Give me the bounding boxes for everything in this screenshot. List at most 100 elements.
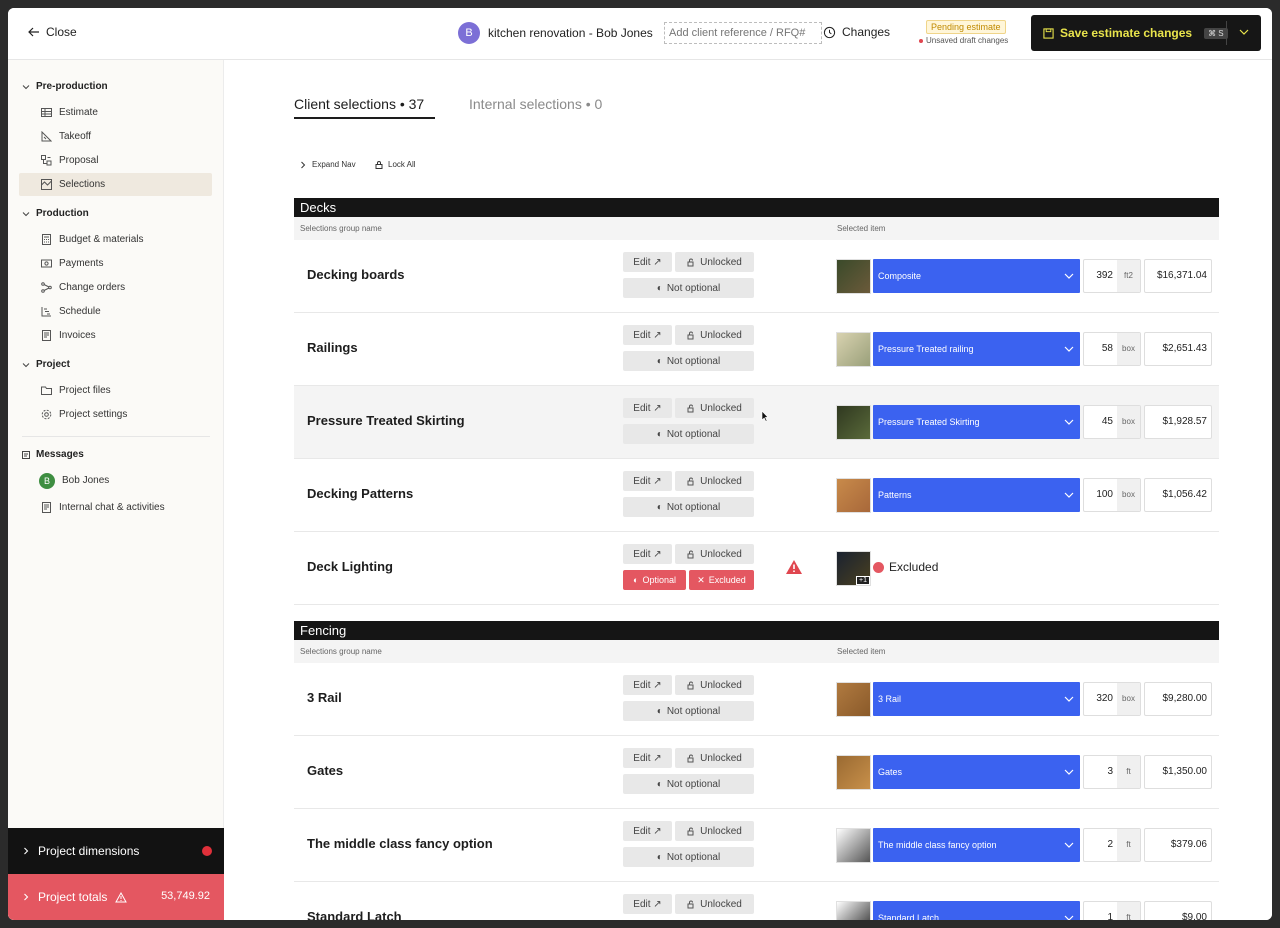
section-project[interactable]: Project <box>22 359 70 370</box>
quantity-value[interactable]: 45 <box>1084 406 1117 438</box>
quantity-value[interactable]: 2 <box>1084 829 1117 861</box>
quantity-field[interactable]: 58 box <box>1083 332 1141 366</box>
project-dimensions-bar[interactable]: Project dimensions <box>8 828 224 874</box>
edit-button[interactable]: Edit ↗ <box>623 821 672 841</box>
edit-button[interactable]: Edit ↗ <box>623 398 672 418</box>
sidebar-item-budget[interactable]: Budget & materials <box>19 228 212 251</box>
edit-button[interactable]: Edit ↗ <box>623 471 672 491</box>
sidebar-item-estimate[interactable]: Estimate <box>19 101 212 124</box>
quantity-value[interactable]: 1 <box>1084 902 1117 920</box>
selected-item-dropdown[interactable]: Pressure Treated railing <box>873 332 1080 366</box>
sidebar-item-invoices[interactable]: Invoices <box>19 324 212 347</box>
selected-item-dropdown[interactable]: 3 Rail <box>873 682 1080 716</box>
selection-row[interactable]: Gates Edit ↗ Unlocked ◐ Not optional Gat… <box>294 736 1219 809</box>
item-thumbnail[interactable] <box>836 755 871 790</box>
client-reference-input[interactable] <box>664 22 822 44</box>
item-thumbnail[interactable] <box>836 682 871 717</box>
sidebar-item-selections[interactable]: Selections <box>19 173 212 196</box>
item-thumbnail[interactable] <box>836 405 871 440</box>
unlocked-toggle[interactable]: Unlocked <box>675 748 754 768</box>
expand-nav-button[interactable]: Expand Nav <box>299 160 356 169</box>
edit-button[interactable]: Edit ↗ <box>623 675 672 695</box>
selected-item-dropdown[interactable]: Gates <box>873 755 1080 789</box>
unlocked-toggle[interactable]: Unlocked <box>675 252 754 272</box>
item-thumbnail[interactable]: +1 <box>836 551 871 586</box>
quantity-field[interactable]: 3 ft <box>1083 755 1141 789</box>
save-estimate-button[interactable]: Save estimate changes ⌘ S <box>1031 15 1261 51</box>
not-optional-toggle[interactable]: ◐ Not optional <box>623 278 754 298</box>
price-field[interactable]: $1,350.00 <box>1144 755 1212 789</box>
price-field[interactable]: $1,056.42 <box>1144 478 1212 512</box>
price-field[interactable]: $2,651.43 <box>1144 332 1212 366</box>
tab-internal-selections[interactable]: Internal selections • 0 <box>469 96 602 112</box>
item-thumbnail[interactable] <box>836 332 871 367</box>
edit-button[interactable]: Edit ↗ <box>623 252 672 272</box>
sidebar-item-schedule[interactable]: Schedule <box>19 300 212 323</box>
quantity-value[interactable]: 100 <box>1084 479 1117 511</box>
edit-button[interactable]: Edit ↗ <box>623 748 672 768</box>
quantity-field[interactable]: 2 ft <box>1083 828 1141 862</box>
not-optional-toggle[interactable]: ◐ Not optional <box>623 847 754 867</box>
unlocked-toggle[interactable]: Unlocked <box>675 325 754 345</box>
lock-all-button[interactable]: Lock All <box>375 160 416 169</box>
sidebar-item-internal-chat[interactable]: Internal chat & activities <box>19 496 212 519</box>
quantity-field[interactable]: 100 box <box>1083 478 1141 512</box>
price-field[interactable]: $9,280.00 <box>1144 682 1212 716</box>
selection-row[interactable]: Decking Patterns Edit ↗ Unlocked ◐ Not o… <box>294 459 1219 532</box>
not-optional-toggle[interactable]: ◐ Not optional <box>623 701 754 721</box>
sidebar-item-change-orders[interactable]: Change orders <box>19 276 212 299</box>
close-button[interactable]: Close <box>28 25 77 39</box>
sidebar-item-project-files[interactable]: Project files <box>19 379 212 402</box>
not-optional-toggle[interactable]: ◐ Not optional <box>623 424 754 444</box>
price-field[interactable]: $9.00 <box>1144 901 1212 920</box>
selected-item-dropdown[interactable]: Composite <box>873 259 1080 293</box>
not-optional-toggle[interactable]: ◐ Not optional <box>623 351 754 371</box>
edit-button[interactable]: Edit ↗ <box>623 325 672 345</box>
selection-row[interactable]: Deck Lighting Edit ↗ Unlocked ◐ Optional… <box>294 532 1219 605</box>
quantity-value[interactable]: 3 <box>1084 756 1117 788</box>
item-thumbnail[interactable] <box>836 828 871 863</box>
sidebar-item-payments[interactable]: Payments <box>19 252 212 275</box>
unlocked-toggle[interactable]: Unlocked <box>675 544 754 564</box>
section-production[interactable]: Production <box>22 208 89 219</box>
quantity-value[interactable]: 320 <box>1084 683 1117 715</box>
unlocked-toggle[interactable]: Unlocked <box>675 675 754 695</box>
optional-toggle[interactable]: ◐ Optional <box>623 570 686 590</box>
item-thumbnail[interactable] <box>836 259 871 294</box>
selection-row[interactable]: Pressure Treated Skirting Edit ↗ Unlocke… <box>294 386 1219 459</box>
price-field[interactable]: $379.06 <box>1144 828 1212 862</box>
quantity-field[interactable]: 320 box <box>1083 682 1141 716</box>
quantity-value[interactable]: 58 <box>1084 333 1117 365</box>
quantity-field[interactable]: 1 ft <box>1083 901 1141 920</box>
sidebar-item-takeoff[interactable]: Takeoff <box>19 125 212 148</box>
sidebar-item-proposal[interactable]: Proposal <box>19 149 212 172</box>
selected-item-dropdown[interactable]: Patterns <box>873 478 1080 512</box>
not-optional-toggle[interactable]: ◐ Not optional <box>623 497 754 517</box>
quantity-field[interactable]: 45 box <box>1083 405 1141 439</box>
item-thumbnail[interactable] <box>836 478 871 513</box>
unlocked-toggle[interactable]: Unlocked <box>675 821 754 841</box>
selection-row[interactable]: The middle class fancy option Edit ↗ Unl… <box>294 809 1219 882</box>
price-field[interactable]: $1,928.57 <box>1144 405 1212 439</box>
section-preproduction[interactable]: Pre-production <box>22 81 108 92</box>
selection-row[interactable]: Standard Latch Edit ↗ Unlocked ◐ Not opt… <box>294 882 1219 920</box>
unlocked-toggle[interactable]: Unlocked <box>675 894 754 914</box>
quantity-field[interactable]: 392 ft2 <box>1083 259 1141 293</box>
excluded-toggle[interactable]: ✕ Excluded <box>689 570 754 590</box>
chevron-down-icon[interactable] <box>1239 27 1249 37</box>
selection-row[interactable]: Decking boards Edit ↗ Unlocked ◐ Not opt… <box>294 240 1219 313</box>
selected-item-dropdown[interactable]: Standard Latch <box>873 901 1080 920</box>
selection-row[interactable]: 3 Rail Edit ↗ Unlocked ◐ Not optional 3 … <box>294 663 1219 736</box>
sidebar-item-bob-jones[interactable]: B Bob Jones <box>19 469 212 492</box>
edit-button[interactable]: Edit ↗ <box>623 894 672 914</box>
selected-item-dropdown[interactable]: Pressure Treated Skirting <box>873 405 1080 439</box>
changes-button[interactable]: Changes <box>823 25 890 39</box>
selected-item-dropdown[interactable]: The middle class fancy option <box>873 828 1080 862</box>
quantity-value[interactable]: 392 <box>1084 260 1117 292</box>
unlocked-toggle[interactable]: Unlocked <box>675 398 754 418</box>
not-optional-toggle[interactable]: ◐ Not optional <box>623 774 754 794</box>
tab-client-selections[interactable]: Client selections • 37 <box>294 96 424 112</box>
sidebar-item-project-settings[interactable]: Project settings <box>19 403 212 426</box>
price-field[interactable]: $16,371.04 <box>1144 259 1212 293</box>
edit-button[interactable]: Edit ↗ <box>623 544 672 564</box>
